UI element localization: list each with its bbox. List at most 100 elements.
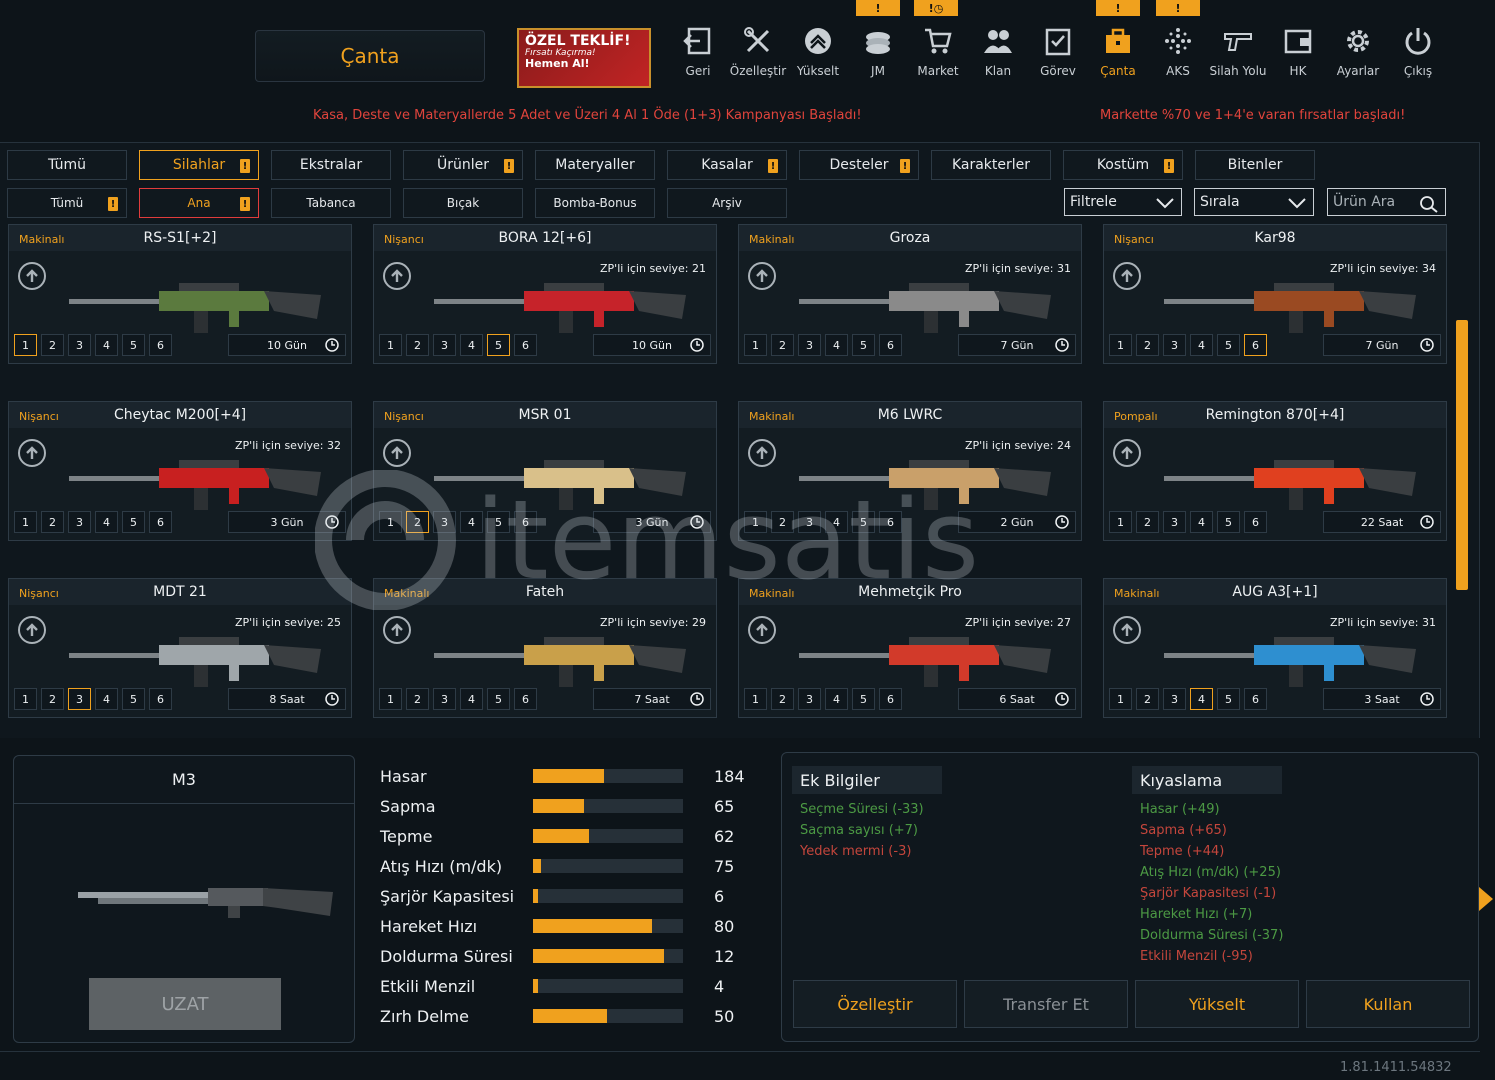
slot-button[interactable]: 1: [744, 334, 767, 356]
slot-button[interactable]: 1: [14, 334, 37, 356]
upgrade-arrow-icon[interactable]: [748, 616, 776, 644]
upgrade-arrow-icon[interactable]: [383, 439, 411, 467]
weapon-card[interactable]: Nişancı MDT 21 ZP'li için seviye: 25 1 2 3 4 5 6…: [8, 578, 352, 718]
weapon-card[interactable]: Nişancı Cheytac M200[+4] ZP'li için seviye…: [8, 401, 352, 541]
slot-button[interactable]: 2: [406, 511, 429, 533]
upgrade-button[interactable]: Yükselt: [1135, 980, 1299, 1028]
extend-button[interactable]: UZAT: [89, 978, 281, 1030]
slot-button[interactable]: 6: [879, 334, 902, 356]
weapon-card[interactable]: Makinalı RS-S1[+2] 1 2 3 4 5 6 10 Gün: [8, 224, 352, 364]
slot-button[interactable]: 5: [487, 688, 510, 710]
nav-canta[interactable]: Çanta: [1088, 24, 1148, 84]
weapon-card[interactable]: Nişancı MSR 01 1 2 3 4 5 6 3 Gün: [373, 401, 717, 541]
scrollbar-thumb[interactable]: [1456, 320, 1468, 590]
nav-aks[interactable]: AKS: [1148, 24, 1208, 84]
nav-klan[interactable]: Klan: [968, 24, 1028, 84]
slot-button[interactable]: 1: [744, 688, 767, 710]
weapon-card[interactable]: Nişancı Kar98 ZP'li için seviye: 34 1 2 3 4 5 6 7…: [1103, 224, 1447, 364]
slot-button[interactable]: 1: [1109, 334, 1132, 356]
slot-button[interactable]: 5: [122, 688, 145, 710]
slot-button[interactable]: 3: [433, 688, 456, 710]
slot-button[interactable]: 3: [1163, 334, 1186, 356]
slot-button[interactable]: 5: [1217, 688, 1240, 710]
slot-button[interactable]: 5: [122, 334, 145, 356]
slot-button[interactable]: 5: [1217, 334, 1240, 356]
weapon-card[interactable]: Makinalı M6 LWRC ZP'li için seviye: 24 1 2 3 4…: [738, 401, 1082, 541]
weapon-card[interactable]: Makinalı Groza ZP'li için seviye: 31 1 2 3 4 5 6…: [738, 224, 1082, 364]
slot-button[interactable]: 3: [798, 334, 821, 356]
tab-materyaller[interactable]: Materyaller: [535, 150, 655, 180]
slot-button[interactable]: 6: [514, 511, 537, 533]
slot-button[interactable]: 4: [95, 688, 118, 710]
search-input[interactable]: Ürün Ara: [1327, 188, 1446, 216]
slot-button[interactable]: 6: [514, 688, 537, 710]
slot-button[interactable]: 5: [852, 334, 875, 356]
slot-button[interactable]: 1: [1109, 688, 1132, 710]
tab-desteler[interactable]: Desteler!: [799, 150, 919, 180]
expand-arrow-icon[interactable]: [1477, 885, 1495, 913]
slot-button[interactable]: 2: [406, 334, 429, 356]
slot-button[interactable]: 2: [771, 511, 794, 533]
slot-button[interactable]: 2: [41, 688, 64, 710]
slot-button[interactable]: 5: [487, 334, 510, 356]
weapon-card[interactable]: Nişancı BORA 12[+6] ZP'li için seviye: 21 1…: [373, 224, 717, 364]
special-offer-banner[interactable]: ÖZEL TEKLİF! Fırsatı Kaçırma! Hemen Al!: [517, 28, 651, 88]
subtab-tumu[interactable]: Tümü!: [7, 188, 127, 218]
subtab-ana[interactable]: Ana!: [139, 188, 259, 218]
nav-ayarlar[interactable]: Ayarlar: [1328, 24, 1388, 84]
slot-button[interactable]: 2: [1136, 334, 1159, 356]
slot-button[interactable]: 4: [95, 334, 118, 356]
slot-button[interactable]: 1: [379, 688, 402, 710]
slot-button[interactable]: 1: [14, 688, 37, 710]
slot-button[interactable]: 5: [487, 511, 510, 533]
transfer-button[interactable]: Transfer Et: [964, 980, 1128, 1028]
slot-button[interactable]: 6: [149, 511, 172, 533]
slot-button[interactable]: 2: [771, 334, 794, 356]
slot-button[interactable]: 6: [149, 688, 172, 710]
slot-button[interactable]: 1: [1109, 511, 1132, 533]
nav-silah-yolu[interactable]: Silah Yolu: [1208, 24, 1268, 84]
nav-geri[interactable]: Geri: [668, 24, 728, 84]
upgrade-arrow-icon[interactable]: [18, 439, 46, 467]
nav-jm[interactable]: JM: [848, 24, 908, 84]
slot-button[interactable]: 1: [744, 511, 767, 533]
slot-button[interactable]: 1: [379, 334, 402, 356]
nav-market[interactable]: Market: [908, 24, 968, 84]
tab-kostum[interactable]: Kostüm!: [1063, 150, 1183, 180]
slot-button[interactable]: 3: [1163, 511, 1186, 533]
slot-button[interactable]: 4: [460, 511, 483, 533]
nav-cikis[interactable]: Çıkış: [1388, 24, 1448, 84]
slot-button[interactable]: 4: [825, 688, 848, 710]
slot-button[interactable]: 2: [1136, 688, 1159, 710]
weapon-card[interactable]: Makinalı Fateh ZP'li için seviye: 29 1 2 3 4 5 6…: [373, 578, 717, 718]
slot-button[interactable]: 4: [825, 334, 848, 356]
nav-yukselt[interactable]: Yükselt: [788, 24, 848, 84]
tab-silahlar[interactable]: Silahlar!: [139, 150, 259, 180]
upgrade-arrow-icon[interactable]: [748, 262, 776, 290]
slot-button[interactable]: 6: [149, 334, 172, 356]
slot-button[interactable]: 3: [433, 511, 456, 533]
slot-button[interactable]: 4: [1190, 511, 1213, 533]
slot-button[interactable]: 6: [879, 511, 902, 533]
upgrade-arrow-icon[interactable]: [383, 262, 411, 290]
slot-button[interactable]: 4: [1190, 688, 1213, 710]
tab-urunler[interactable]: Ürünler!: [403, 150, 523, 180]
slot-button[interactable]: 6: [1244, 511, 1267, 533]
slot-button[interactable]: 5: [1217, 511, 1240, 533]
upgrade-arrow-icon[interactable]: [748, 439, 776, 467]
slot-button[interactable]: 6: [879, 688, 902, 710]
slot-button[interactable]: 5: [852, 688, 875, 710]
slot-button[interactable]: 1: [14, 511, 37, 533]
slot-button[interactable]: 4: [460, 688, 483, 710]
slot-button[interactable]: 4: [460, 334, 483, 356]
slot-button[interactable]: 2: [771, 688, 794, 710]
tab-ekstralar[interactable]: Ekstralar: [271, 150, 391, 180]
slot-button[interactable]: 6: [514, 334, 537, 356]
slot-button[interactable]: 6: [1244, 334, 1267, 356]
subtab-bicak[interactable]: Bıçak: [403, 188, 523, 218]
slot-button[interactable]: 3: [798, 511, 821, 533]
weapon-card[interactable]: Makinalı AUG A3[+1] ZP'li için seviye: 31 1…: [1103, 578, 1447, 718]
weapon-card[interactable]: Pompalı Remington 870[+4] 1 2 3 4 5 6 22 Saat: [1103, 401, 1447, 541]
slot-button[interactable]: 6: [1244, 688, 1267, 710]
slot-button[interactable]: 3: [68, 511, 91, 533]
